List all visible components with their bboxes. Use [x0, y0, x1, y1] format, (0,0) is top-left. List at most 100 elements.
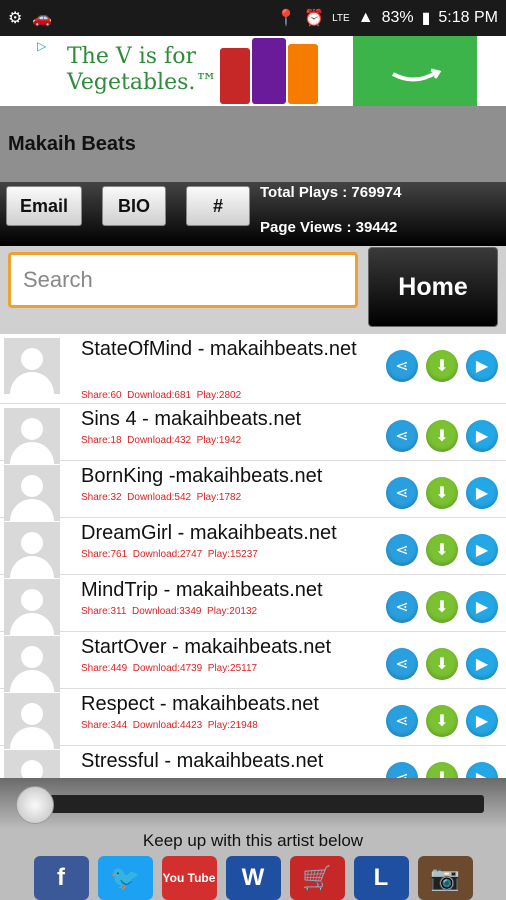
track-stats: Share:449 Download:4739 Play:25117 — [81, 663, 257, 674]
share-icon[interactable]: ⋖ — [386, 534, 418, 566]
ad-banner[interactable]: ▷ The V is for Vegetables.™ — [0, 36, 506, 106]
download-count: Download:4739 — [132, 663, 203, 674]
download-icon[interactable]: ⬇ — [426, 705, 458, 737]
share-icon[interactable]: ⋖ — [386, 420, 418, 452]
download-count: Download:2747 — [132, 549, 203, 560]
artist-name: Makaih Beats — [8, 132, 136, 155]
download-count: Download:681 — [127, 390, 192, 401]
share-icon[interactable]: ⋖ — [386, 705, 418, 737]
settings-icon: ⚙ — [8, 10, 23, 27]
track-avatar — [4, 338, 60, 394]
track-row[interactable]: StateOfMind - makaihbeats.net Share:60 Do… — [0, 334, 506, 404]
bio-button[interactable]: BIO — [102, 186, 166, 226]
play-icon[interactable]: ▶ — [466, 534, 498, 566]
share-count: Share:449 — [81, 663, 128, 674]
share-icon[interactable]: ⋖ — [386, 477, 418, 509]
track-avatar — [4, 579, 60, 635]
track-avatar — [4, 465, 60, 521]
share-count: Share:18 — [81, 435, 122, 446]
track-title: Sins 4 - makaihbeats.net — [81, 408, 302, 430]
play-count: Play:25117 — [207, 663, 258, 674]
track-row[interactable]: Stressful - makaihbeats.net ⋖ ⬇ ▶ — [0, 746, 506, 778]
play-icon[interactable]: ▶ — [466, 762, 498, 778]
battery-percent: 83% — [381, 9, 414, 26]
seek-slider-thumb[interactable] — [16, 786, 54, 824]
track-title: StateOfMind - makaihbeats.net — [81, 338, 357, 360]
instagram-icon[interactable]: 📷 — [417, 856, 473, 900]
share-icon[interactable]: ⋖ — [386, 350, 418, 382]
share-count: Share:344 — [81, 720, 128, 731]
download-count: Download:542 — [127, 492, 192, 503]
download-count: Download:3349 — [131, 606, 202, 617]
email-button[interactable]: Email — [6, 186, 82, 226]
shop-icon[interactable]: 🛒 — [289, 856, 345, 900]
download-icon[interactable]: ⬇ — [426, 420, 458, 452]
track-list[interactable]: StateOfMind - makaihbeats.net Share:60 Do… — [0, 334, 506, 778]
play-icon[interactable]: ▶ — [466, 350, 498, 382]
download-icon[interactable]: ⬇ — [426, 762, 458, 778]
play-icon[interactable]: ▶ — [466, 591, 498, 623]
play-count: Play:21948 — [207, 720, 258, 731]
play-count: Play:2802 — [196, 390, 242, 401]
share-count: Share:32 — [81, 492, 122, 503]
artist-header: Makaih Beats — [0, 106, 506, 182]
download-icon[interactable]: ⬇ — [426, 534, 458, 566]
download-icon[interactable]: ⬇ — [426, 350, 458, 382]
signal-label: LTE — [332, 12, 350, 24]
twitter-icon[interactable]: 🐦 — [97, 856, 153, 900]
share-icon[interactable]: ⋖ — [386, 762, 418, 778]
play-icon[interactable]: ▶ — [466, 648, 498, 680]
location-icon: 📍 — [276, 10, 297, 27]
share-icon[interactable]: ⋖ — [386, 648, 418, 680]
share-count: Share:761 — [81, 549, 128, 560]
link-icon[interactable]: L — [353, 856, 409, 900]
track-avatar — [4, 750, 60, 778]
social-bar: f 🐦 You Tube W 🛒 L 📷 — [0, 854, 506, 900]
track-stats: Share:311 Download:3349 Play:20132 — [81, 606, 257, 617]
play-icon[interactable]: ▶ — [466, 420, 498, 452]
track-row[interactable]: Respect - makaihbeats.net Share:344 Downl… — [0, 689, 506, 749]
status-bar: ⚙ 🚗 📍 ⏰ LTE ▲ 83% ▮ 5:18 PM — [0, 0, 506, 36]
track-row[interactable]: DreamGirl - makaihbeats.net Share:761 Dow… — [0, 518, 506, 578]
follow-text: Keep up with this artist below — [0, 828, 506, 854]
track-row[interactable]: MindTrip - makaihbeats.net Share:311 Down… — [0, 575, 506, 635]
download-icon[interactable]: ⬇ — [426, 648, 458, 680]
track-title: BornKing -makaihbeats.net — [81, 465, 323, 487]
download-count: Download:432 — [127, 435, 192, 446]
download-icon[interactable]: ⬇ — [426, 477, 458, 509]
signal-icon: ▲ — [357, 9, 374, 26]
play-icon[interactable]: ▶ — [466, 705, 498, 737]
track-stats: Share:32 Download:542 Play:1782 — [81, 492, 241, 503]
play-count: Play:1942 — [196, 435, 242, 446]
seek-track[interactable] — [30, 795, 484, 813]
track-row[interactable]: StartOver - makaihbeats.net Share:449 Dow… — [0, 632, 506, 692]
play-icon[interactable]: ▶ — [466, 477, 498, 509]
play-count: Play:15237 — [207, 549, 258, 560]
home-button[interactable]: Home — [368, 247, 498, 327]
track-avatar — [4, 693, 60, 749]
car-icon: 🚗 — [32, 10, 53, 27]
share-count: Share:311 — [81, 606, 127, 617]
share-icon[interactable]: ⋖ — [386, 591, 418, 623]
track-title: Respect - makaihbeats.net — [81, 693, 319, 715]
track-stats: Share:18 Download:432 Play:1942 — [81, 435, 241, 446]
page-views: Page Views : 39442 — [260, 219, 398, 236]
track-title: Stressful - makaihbeats.net — [81, 750, 324, 772]
track-stats: Share:344 Download:4423 Play:21948 — [81, 720, 258, 731]
player-bar — [0, 778, 506, 828]
website-icon[interactable]: W — [225, 856, 281, 900]
adchoices-icon[interactable]: ▷ — [37, 39, 46, 53]
track-title: MindTrip - makaihbeats.net — [81, 579, 323, 601]
facebook-icon[interactable]: f — [33, 856, 89, 900]
share-count: Share:60 — [81, 390, 122, 401]
alarm-icon: ⏰ — [304, 10, 325, 27]
clock: 5:18 PM — [438, 9, 498, 26]
hash-button[interactable]: # — [186, 186, 250, 226]
track-row[interactable]: BornKing -makaihbeats.net Share:32 Downlo… — [0, 461, 506, 521]
search-input[interactable]: Search — [8, 252, 358, 308]
track-title: DreamGirl - makaihbeats.net — [81, 522, 337, 544]
download-icon[interactable]: ⬇ — [426, 591, 458, 623]
track-avatar — [4, 522, 60, 578]
track-row[interactable]: Sins 4 - makaihbeats.net Share:18 Downloa… — [0, 404, 506, 464]
youtube-icon[interactable]: You Tube — [161, 856, 217, 900]
